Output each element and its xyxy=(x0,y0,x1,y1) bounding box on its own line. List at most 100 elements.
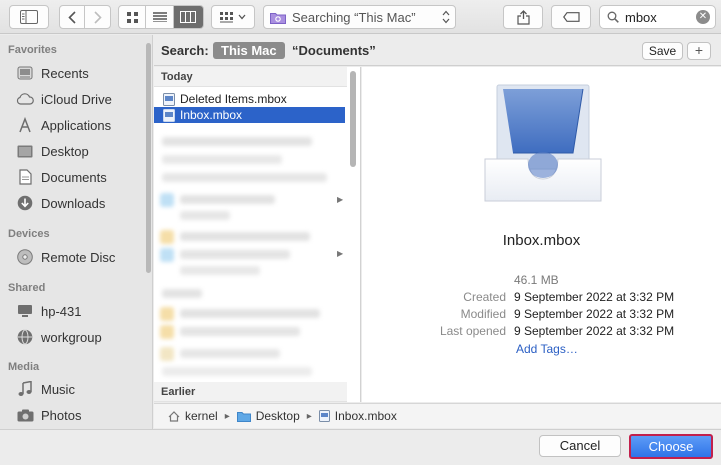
home-icon xyxy=(168,410,180,422)
obscured-icon xyxy=(160,307,174,321)
dialog-footer: Cancel Choose xyxy=(0,429,721,465)
columns-icon xyxy=(180,11,197,23)
sidebar-icon xyxy=(20,10,38,24)
obscured-row xyxy=(162,173,327,182)
save-search-button[interactable]: Save xyxy=(642,42,683,60)
recents-icon xyxy=(17,66,33,80)
search-icon xyxy=(607,11,619,23)
obscured-row xyxy=(162,367,312,376)
sidebar-item-label: workgroup xyxy=(41,329,102,345)
path-segment-kernel[interactable]: kernel xyxy=(185,409,218,423)
sidebar-item-recents[interactable]: Recents xyxy=(15,63,89,83)
add-tags-link[interactable]: Add Tags… xyxy=(516,342,578,356)
add-criteria-button[interactable]: + xyxy=(687,42,711,60)
mbox-preview-icon xyxy=(484,84,602,202)
group-header-earlier: Earlier xyxy=(154,382,347,402)
sidebar-item-desktop[interactable]: Desktop xyxy=(15,141,89,161)
sidebar-scrollbar[interactable] xyxy=(146,43,151,273)
tags-button[interactable] xyxy=(551,5,591,29)
sidebar-item-label: Recents xyxy=(41,65,89,81)
file-row-selected[interactable]: Inbox.mbox xyxy=(154,107,345,123)
sidebar-item-label: Music xyxy=(41,381,75,397)
disclosure-arrow-icon[interactable]: ▶ xyxy=(337,249,343,258)
path-separator-icon: ▸ xyxy=(224,410,230,422)
obscured-row xyxy=(180,349,280,358)
mbox-file-icon xyxy=(163,108,175,122)
search-input[interactable]: mbox xyxy=(625,10,657,25)
forward-button[interactable] xyxy=(85,6,110,28)
back-button[interactable] xyxy=(60,6,86,28)
last-opened-value: 9 September 2022 at 3:32 PM xyxy=(514,324,675,338)
file-name: Inbox.mbox xyxy=(180,108,243,122)
created-label: Created xyxy=(463,290,506,304)
obscured-row xyxy=(162,137,312,146)
sidebar-section-shared: Shared xyxy=(8,282,46,294)
sidebar-item-remote-disc[interactable]: Remote Disc xyxy=(15,247,115,267)
computer-icon xyxy=(18,305,32,317)
scope-label: Searching “This Mac” xyxy=(292,9,416,25)
path-bar: kernel ▸ Desktop ▸ Inbox.mbox xyxy=(154,403,721,428)
search-scope-popup[interactable]: Searching “This Mac” xyxy=(263,5,456,29)
icon-view-button[interactable] xyxy=(119,6,147,28)
applications-icon xyxy=(19,117,31,133)
sidebar-item-label: Downloads xyxy=(41,195,106,211)
sidebar-item-photos[interactable]: Photos xyxy=(15,405,81,425)
sidebar-section-media: Media xyxy=(8,361,40,373)
obscured-row xyxy=(162,155,282,164)
history-nav xyxy=(59,5,111,29)
obscured-icon xyxy=(160,248,174,262)
obscured-icon xyxy=(160,347,174,361)
obscured-icon xyxy=(160,230,174,244)
search-field[interactable]: mbox ✕ xyxy=(599,5,716,29)
sidebar-item-hp-431[interactable]: hp-431 xyxy=(15,301,81,321)
scope-documents-button[interactable]: “Documents” xyxy=(292,43,376,58)
group-by-button[interactable] xyxy=(211,5,255,29)
obscured-row xyxy=(180,309,320,318)
results-list: Today Deleted Items.mbox Inbox.mbox ▶ ▶ … xyxy=(154,67,361,402)
preview-file-name: Inbox.mbox xyxy=(502,232,581,249)
obscured-icon xyxy=(160,325,174,339)
share-icon xyxy=(516,10,530,25)
modified-label: Modified xyxy=(460,307,506,321)
search-scope-bar: Search: This Mac “Documents” Save + xyxy=(154,35,721,66)
clear-search-icon[interactable]: ✕ xyxy=(696,10,710,24)
file-name: Deleted Items.mbox xyxy=(180,92,287,106)
scope-this-mac-button[interactable]: This Mac xyxy=(213,42,285,59)
sidebar-item-downloads[interactable]: Downloads xyxy=(15,193,105,213)
share-button[interactable] xyxy=(503,5,543,29)
choose-button[interactable]: Choose xyxy=(629,434,713,459)
sidebar-item-workgroup[interactable]: workgroup xyxy=(15,327,102,347)
obscured-row xyxy=(180,250,290,259)
up-down-arrows-icon xyxy=(442,10,450,24)
path-segment-inbox[interactable]: Inbox.mbox xyxy=(335,409,397,423)
document-icon xyxy=(18,169,32,185)
desktop-icon xyxy=(17,145,33,157)
toolbar: Searching “This Mac” mbox ✕ xyxy=(0,0,721,34)
sidebar-item-label: Applications xyxy=(41,117,112,133)
sidebar-item-icloud-drive[interactable]: iCloud Drive xyxy=(15,89,112,109)
sidebar-section-favorites: Favorites xyxy=(8,44,57,56)
path-segment-desktop[interactable]: Desktop xyxy=(256,409,300,423)
obscured-row xyxy=(180,211,230,220)
sidebar-item-applications[interactable]: Applications xyxy=(15,115,111,135)
file-row[interactable]: Deleted Items.mbox xyxy=(154,91,345,107)
camera-icon xyxy=(17,409,33,421)
grid-icon xyxy=(126,11,138,23)
sidebar-item-documents[interactable]: Documents xyxy=(15,167,107,187)
obscured-icon xyxy=(160,193,174,207)
sidebar-item-label: hp-431 xyxy=(41,303,82,319)
mbox-file-icon xyxy=(318,410,330,422)
disclosure-arrow-icon[interactable]: ▶ xyxy=(337,195,343,204)
preview-pane: Inbox.mbox 46.1 MB Created 9 September 2… xyxy=(362,67,721,402)
preview-file-size: 46.1 MB xyxy=(514,273,559,287)
chevron-right-icon xyxy=(93,10,102,24)
obscured-row xyxy=(180,195,275,204)
music-note-icon xyxy=(18,381,32,396)
cancel-button[interactable]: Cancel xyxy=(539,435,621,457)
list-scrollbar[interactable] xyxy=(350,71,356,167)
created-value: 9 September 2022 at 3:32 PM xyxy=(514,290,675,304)
sidebar-toggle-button[interactable] xyxy=(9,5,49,29)
sidebar-item-music[interactable]: Music xyxy=(15,379,75,399)
column-view-button[interactable] xyxy=(173,6,203,28)
list-view-button[interactable] xyxy=(146,6,174,28)
